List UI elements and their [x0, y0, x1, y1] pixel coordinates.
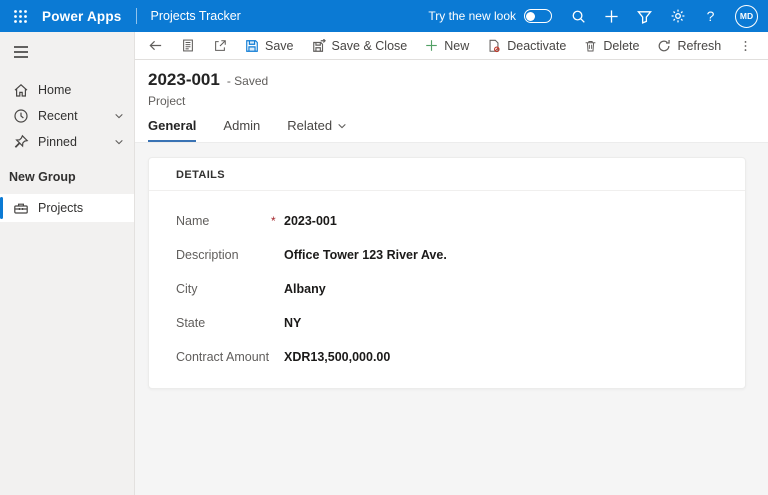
save-button[interactable]: Save	[236, 34, 303, 58]
popout-icon	[213, 39, 227, 53]
field-contract-amount: Contract Amount XDR13,500,000.00	[176, 340, 725, 374]
form-selector-button[interactable]	[172, 34, 204, 58]
field-label: City	[176, 282, 271, 296]
form-icon	[181, 38, 195, 53]
save-close-icon	[312, 39, 326, 53]
sidebar-item-recent[interactable]: Recent	[0, 104, 134, 128]
new-label: New	[444, 39, 469, 53]
search-button[interactable]	[562, 1, 595, 31]
topbar-divider	[136, 8, 137, 24]
new-plus-icon	[425, 39, 438, 52]
site-map-sidebar: Home Recent Pinned New G	[0, 32, 135, 495]
hamburger-icon	[13, 45, 29, 59]
toolbox-icon	[13, 200, 29, 216]
top-app-bar: Power Apps Projects Tracker Try the new …	[0, 0, 768, 32]
app-launcher-button[interactable]	[6, 2, 34, 30]
field-label: Contract Amount	[176, 350, 271, 364]
sidebar-item-label: Home	[38, 83, 71, 97]
save-and-close-button[interactable]: Save & Close	[303, 34, 417, 58]
sidebar-item-label: Projects	[38, 201, 83, 215]
account-avatar[interactable]: MD	[735, 5, 758, 28]
clock-icon	[13, 108, 29, 124]
sidebar-group-label: New Group	[0, 156, 134, 192]
sidebar-item-label: Pinned	[38, 135, 77, 149]
gear-icon	[670, 8, 686, 24]
field-city: City Albany	[176, 272, 725, 306]
record-save-status: - Saved	[227, 74, 268, 88]
form-body: DETAILS Name * 2023-001 Description Offi…	[135, 142, 768, 495]
field-name: Name * 2023-001	[176, 204, 725, 238]
more-commands-button[interactable]	[730, 34, 761, 58]
tab-label: General	[148, 118, 196, 133]
save-label: Save	[265, 39, 294, 53]
popout-button[interactable]	[204, 34, 236, 58]
field-value[interactable]: 2023-001	[284, 214, 337, 228]
app-title: Projects Tracker	[151, 9, 241, 23]
home-icon	[13, 82, 29, 98]
more-vertical-icon	[739, 39, 752, 53]
chevron-down-icon	[114, 111, 124, 121]
new-look-label: Try the new look	[428, 9, 516, 23]
settings-button[interactable]	[661, 1, 694, 31]
sidebar-item-pinned[interactable]: Pinned	[0, 130, 134, 154]
field-state: State NY	[176, 306, 725, 340]
refresh-label: Refresh	[677, 39, 721, 53]
back-arrow-icon	[148, 38, 163, 53]
new-look-toggle[interactable]	[524, 9, 552, 23]
deactivate-button[interactable]: Deactivate	[478, 34, 575, 58]
chevron-down-icon	[337, 121, 347, 131]
details-section-card: DETAILS Name * 2023-001 Description Offi…	[148, 157, 746, 389]
save-close-label: Save & Close	[332, 39, 408, 53]
search-icon	[571, 9, 586, 24]
save-icon	[245, 39, 259, 53]
sidebar-item-home[interactable]: Home	[0, 78, 134, 102]
chevron-down-icon	[114, 137, 124, 147]
plus-icon	[604, 9, 619, 24]
tab-label: Related	[287, 118, 332, 133]
help-button[interactable]: ?	[694, 1, 727, 31]
field-label: State	[176, 316, 271, 330]
sidebar-collapse-button[interactable]	[0, 36, 36, 68]
new-button[interactable]: New	[416, 34, 478, 58]
tab-admin[interactable]: Admin	[223, 118, 260, 142]
add-button[interactable]	[595, 1, 628, 31]
field-description: Description Office Tower 123 River Ave.	[176, 238, 725, 272]
record-entity-type: Project	[148, 94, 768, 108]
deactivate-icon	[487, 39, 501, 53]
form-tabs: General Admin Related	[148, 118, 768, 142]
record-title: 2023-001	[148, 70, 220, 90]
field-value[interactable]: Office Tower 123 River Ave.	[284, 248, 447, 262]
back-button[interactable]	[139, 34, 172, 58]
main-content: Save Save & Close New	[135, 32, 768, 495]
field-label: Name	[176, 214, 271, 228]
delete-button[interactable]: Delete	[575, 34, 648, 58]
trash-icon	[584, 39, 597, 53]
details-section-title: DETAILS	[149, 158, 745, 191]
sidebar-item-label: Recent	[38, 109, 78, 123]
field-value[interactable]: NY	[284, 316, 301, 330]
field-value[interactable]: XDR13,500,000.00	[284, 350, 390, 364]
pin-icon	[13, 134, 29, 150]
tab-label: Admin	[223, 118, 260, 133]
waffle-icon	[13, 9, 28, 24]
delete-label: Delete	[603, 39, 639, 53]
refresh-button[interactable]: Refresh	[648, 34, 730, 58]
tab-related[interactable]: Related	[287, 118, 347, 142]
sidebar-item-projects[interactable]: Projects	[0, 194, 134, 222]
field-value[interactable]: Albany	[284, 282, 326, 296]
filter-button[interactable]	[628, 1, 661, 31]
app-name[interactable]: Power Apps	[42, 9, 122, 24]
record-header: 2023-001 - Saved Project General Admin R…	[135, 60, 768, 142]
command-bar: Save Save & Close New	[135, 32, 768, 60]
field-label: Description	[176, 248, 271, 262]
deactivate-label: Deactivate	[507, 39, 566, 53]
refresh-icon	[657, 39, 671, 53]
filter-icon	[637, 9, 652, 24]
tab-general[interactable]: General	[148, 118, 196, 142]
required-asterisk: *	[271, 214, 284, 228]
